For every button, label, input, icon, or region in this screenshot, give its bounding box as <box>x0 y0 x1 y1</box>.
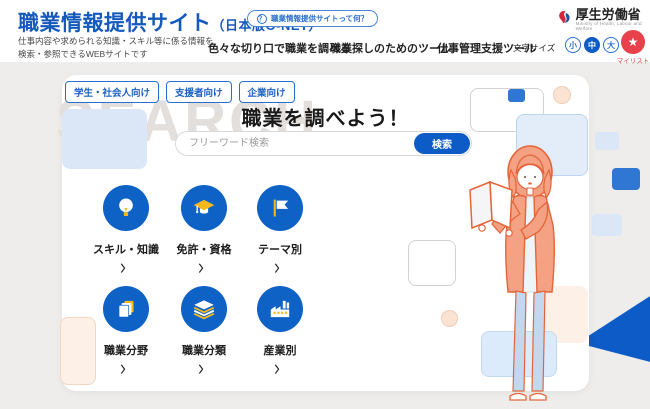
category-occupation-classification[interactable]: 職業分類 〉 <box>165 286 243 377</box>
what-is-site-button[interactable]: ？ 職業情報提供サイトって何？ <box>247 10 378 27</box>
layers-icon <box>191 296 217 322</box>
chevron-right-icon: 〉 <box>165 261 243 275</box>
logo-text: 厚生労働省Ministry of Health, Labour and Welf… <box>576 8 650 32</box>
lightbulb-icon <box>113 195 139 221</box>
deco-rect <box>592 214 622 236</box>
tab-supporters[interactable]: 支援者向け <box>166 81 232 103</box>
audience-tabs: 学生・社会人向け 支援者向け 企業向け <box>65 81 295 103</box>
chevron-right-icon: 〉 <box>87 362 165 376</box>
site-description-line2: 検索・参照できるWEBサイトです <box>18 48 214 61</box>
question-icon: ？ <box>257 14 267 24</box>
chevron-right-icon: 〉 <box>87 261 165 275</box>
deco-rect <box>595 132 619 150</box>
tab-companies[interactable]: 企業向け <box>239 81 295 103</box>
onet-home-page: SEARCH 職業情報提供サイト（日本版O-NET） ？ 職業情報提供サイトって… <box>0 0 650 409</box>
mortarboard-icon <box>191 195 217 221</box>
category-label: スキル・知識 <box>87 241 165 257</box>
woman-reading-illustration <box>468 140 590 408</box>
chevron-right-icon: 〉 <box>241 362 319 376</box>
category-occupation-fields[interactable]: 職業分野 〉 <box>87 286 165 377</box>
category-label: 免許・資格 <box>165 241 243 257</box>
category-circle <box>257 185 303 231</box>
star-icon: ★ <box>628 35 639 49</box>
category-label: テーマ別 <box>241 241 319 257</box>
category-label: 産業別 <box>241 342 319 358</box>
documents-icon <box>113 296 139 322</box>
site-description: 仕事内容や求められる知識・スキル等に係る情報を 検索・参照できるWEBサイトです <box>18 35 214 61</box>
deco-rect <box>508 89 525 102</box>
logo-text-jp: 厚生労働省 <box>576 7 641 22</box>
font-size-large-button[interactable]: 大 <box>603 37 619 53</box>
deco-rect <box>612 168 640 190</box>
deco-outline-rect <box>408 240 456 286</box>
nav-item-job-search-tools[interactable]: 職業探しのためのツール <box>330 40 451 56</box>
mhlw-logo[interactable]: 厚生労働省Ministry of Health, Labour and Welf… <box>555 8 650 32</box>
site-description-line1: 仕事内容や求められる知識・スキル等に係る情報を <box>18 35 214 48</box>
deco-circle <box>441 310 458 327</box>
tab-students-workers[interactable]: 学生・社会人向け <box>65 81 159 103</box>
chevron-right-icon: 〉 <box>165 362 243 376</box>
category-circle <box>103 286 149 332</box>
category-circle <box>181 286 227 332</box>
font-size-small-button[interactable]: 小 <box>565 37 581 53</box>
help-button-label: 職業情報提供サイトって何？ <box>271 13 368 24</box>
search-button[interactable]: 検索 <box>414 133 470 154</box>
category-by-industry[interactable]: 産業別 〉 <box>241 286 319 377</box>
mhlw-logo-icon <box>555 8 573 28</box>
site-title-text: 職業情報提供サイト <box>18 12 212 35</box>
category-circle <box>103 185 149 231</box>
category-by-theme[interactable]: テーマ別 〉 <box>241 185 319 276</box>
category-circle <box>257 286 303 332</box>
chevron-right-icon: 〉 <box>241 261 319 275</box>
logo-text-en: Ministry of Health, Labour and Welfare <box>576 22 650 32</box>
category-circle <box>181 185 227 231</box>
font-size-label: 文字サイズ <box>513 42 555 54</box>
search-bar: 検索 <box>175 131 472 156</box>
mylist-button[interactable]: ★ <box>621 30 645 54</box>
mylist-label: マイリスト <box>613 55 650 65</box>
category-label: 職業分類 <box>165 342 243 358</box>
category-label: 職業分野 <box>87 342 165 358</box>
page-title: 職業を調べよう！ <box>62 102 589 131</box>
flag-icon <box>267 195 293 221</box>
factory-icon <box>267 296 293 322</box>
font-size-medium-button[interactable]: 中 <box>584 37 600 53</box>
category-licenses-qualifications[interactable]: 免許・資格 〉 <box>165 185 243 276</box>
category-skills-knowledge[interactable]: スキル・知識 〉 <box>87 185 165 276</box>
site-header: 職業情報提供サイト（日本版O-NET） ？ 職業情報提供サイトって何？ 仕事内容… <box>0 0 650 62</box>
